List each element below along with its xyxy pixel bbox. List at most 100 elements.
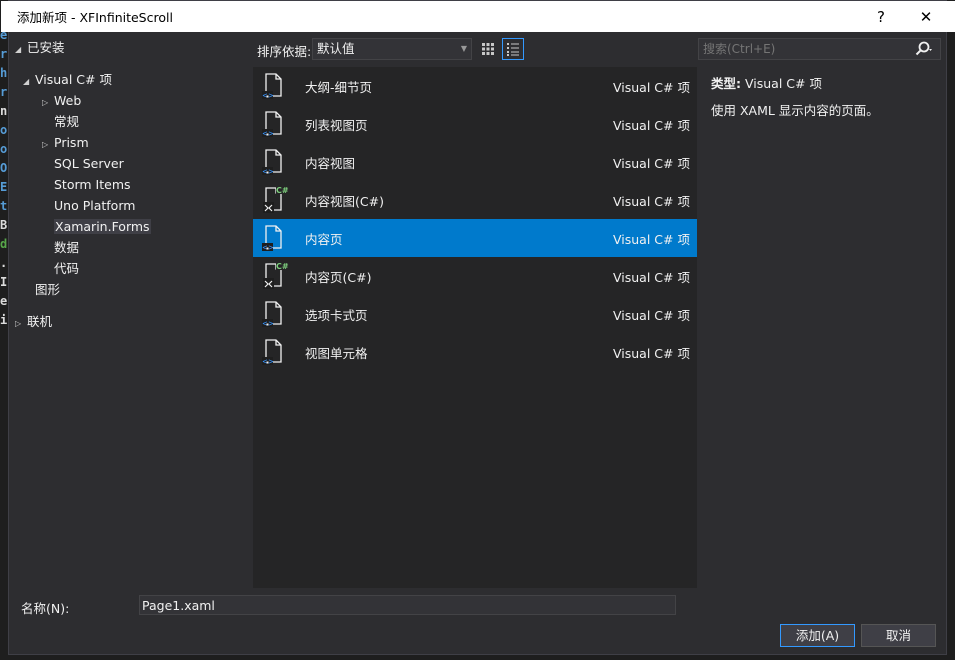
template-name: 大纲-细节页	[305, 79, 373, 95]
editor-char: B	[0, 218, 8, 232]
search-icon[interactable]	[914, 40, 932, 61]
tree-item-general[interactable]: 常规	[54, 111, 79, 132]
tree-item-storm-items[interactable]: Storm Items	[54, 174, 131, 195]
csharp-page-icon: C#	[259, 185, 289, 215]
search-box[interactable]	[698, 38, 941, 60]
tree-item-prism[interactable]: ▷ Prism	[42, 132, 89, 153]
add-new-item-dialog: 添加新项 - XFInfiniteScroll ? ✕ ◢ 已安装 ◢ Visual…	[1, 0, 955, 655]
details-pane: 类型: Visual C# 项 使用 XAML 显示内容的页面。	[711, 73, 941, 119]
list-view-icon	[507, 43, 519, 56]
template-item[interactable]: < > 内容视图 Visual C# 项	[253, 143, 697, 181]
svg-text:C#: C#	[276, 186, 289, 195]
xaml-page-icon: < >	[259, 109, 289, 139]
category-tree: ◢ 已安装 ◢ Visual C# 项 ▷ Web 常规 ▷ Prism SQL Ser…	[9, 35, 253, 588]
editor-char: e	[0, 294, 8, 308]
editor-char: I	[0, 275, 8, 289]
template-item[interactable]: C# 内容视图(C#) Visual C# 项	[253, 181, 697, 219]
editor-char: i	[0, 313, 8, 327]
editor-char: r	[0, 85, 8, 99]
template-name: 内容视图(C#)	[305, 193, 384, 209]
xaml-page-icon: < >	[259, 223, 289, 253]
sort-value: 默认值	[317, 41, 355, 56]
tree-item-visual-csharp[interactable]: ◢ Visual C# 项	[23, 69, 112, 90]
editor-char: r	[0, 47, 8, 61]
template-name: 视图单元格	[305, 345, 368, 361]
tree-item-xamarin-forms[interactable]: Xamarin.Forms	[54, 216, 151, 237]
title-bar: 添加新项 - XFInfiniteScroll ? ✕	[1, 1, 955, 32]
template-category: Visual C# 项	[613, 231, 690, 247]
name-label: 名称(N):	[21, 601, 70, 616]
template-list: < > 大纲-细节页 Visual C# 项 < > 列表视图页 Visual C# 项 < > 内…	[253, 67, 697, 588]
editor-char: .	[0, 256, 8, 270]
tree-item-code[interactable]: 代码	[54, 258, 79, 279]
template-category: Visual C# 项	[613, 117, 690, 133]
template-item[interactable]: < > 列表视图页 Visual C# 项	[253, 105, 697, 143]
tree-item-data[interactable]: 数据	[54, 237, 79, 258]
tree-item-sql-server[interactable]: SQL Server	[54, 153, 124, 174]
xaml-page-icon: < >	[259, 71, 289, 101]
collapsed-arrow-icon[interactable]: ▷	[15, 313, 27, 334]
tree-item-web[interactable]: ▷ Web	[42, 90, 81, 111]
template-name: 内容页	[305, 231, 343, 247]
template-category: Visual C# 项	[613, 269, 690, 285]
collapsed-arrow-icon[interactable]: ▷	[42, 134, 54, 155]
xaml-page-icon: < >	[259, 337, 289, 367]
xaml-page-icon: < >	[259, 299, 289, 329]
svg-text:>: >	[269, 357, 274, 366]
template-category: Visual C# 项	[613, 155, 690, 171]
template-name: 内容页(C#)	[305, 269, 372, 285]
tree-item-uno-platform[interactable]: Uno Platform	[54, 195, 135, 216]
svg-text:>: >	[269, 167, 274, 176]
template-item[interactable]: < > 选项卡式页 Visual C# 项	[253, 295, 697, 333]
svg-text:>: >	[269, 129, 274, 138]
template-category: Visual C# 项	[613, 345, 690, 361]
window-title: 添加新项 - XFInfiniteScroll	[17, 10, 173, 25]
editor-char: o	[0, 142, 8, 156]
csharp-page-icon: C#	[259, 261, 289, 291]
cancel-button[interactable]: 取消	[861, 624, 936, 647]
tree-item-graphics[interactable]: 图形	[35, 279, 60, 300]
editor-char: h	[0, 66, 8, 80]
template-name: 列表视图页	[305, 117, 368, 133]
item-description: 使用 XAML 显示内容的页面。	[711, 103, 879, 118]
editor-char: n	[0, 104, 8, 118]
expanded-arrow-icon[interactable]: ◢	[23, 71, 35, 92]
expanded-arrow-icon[interactable]: ◢	[15, 39, 27, 60]
add-button[interactable]: 添加(A)	[780, 624, 855, 647]
tree-item-installed[interactable]: ◢ 已安装	[15, 37, 65, 58]
editor-char: O	[0, 161, 8, 175]
collapsed-arrow-icon[interactable]: ▷	[42, 92, 54, 113]
editor-char: o	[0, 123, 8, 137]
template-item[interactable]: < > 视图单元格 Visual C# 项	[253, 333, 697, 371]
type-label: 类型:	[711, 76, 741, 91]
svg-text:>: >	[269, 91, 274, 100]
help-button[interactable]: ?	[858, 1, 904, 32]
list-view-button[interactable]	[502, 38, 524, 60]
editor-char: d	[0, 237, 8, 251]
editor-char: E	[0, 180, 8, 194]
editor-char: t	[0, 199, 8, 213]
grid-view-icon	[482, 43, 494, 55]
template-category: Visual C# 项	[613, 193, 690, 209]
svg-text:>: >	[269, 243, 274, 252]
template-item[interactable]: < > 内容页 Visual C# 项	[253, 219, 697, 257]
type-row: 类型: Visual C# 项	[711, 73, 941, 92]
name-input[interactable]	[139, 595, 676, 615]
template-category: Visual C# 项	[613, 79, 690, 95]
sort-dropdown[interactable]: 默认值 ▼	[312, 38, 472, 60]
grid-view-button[interactable]	[477, 38, 499, 60]
template-category: Visual C# 项	[613, 307, 690, 323]
template-name: 内容视图	[305, 155, 356, 171]
template-item[interactable]: C# 内容页(C#) Visual C# 项	[253, 257, 697, 295]
tree-item-online[interactable]: ▷ 联机	[15, 311, 52, 332]
svg-text:>: >	[269, 319, 274, 328]
search-input[interactable]	[699, 39, 899, 59]
chevron-down-icon: ▼	[460, 44, 467, 53]
svg-text:C#: C#	[276, 262, 289, 271]
background-editor-strip: erhrnooOEtBd.Iei	[0, 28, 8, 660]
close-button[interactable]: ✕	[903, 1, 949, 32]
sort-label: 排序依据:	[257, 44, 312, 59]
template-name: 选项卡式页	[305, 307, 368, 323]
template-item[interactable]: < > 大纲-细节页 Visual C# 项	[253, 67, 697, 105]
type-value: Visual C# 项	[744, 76, 822, 91]
